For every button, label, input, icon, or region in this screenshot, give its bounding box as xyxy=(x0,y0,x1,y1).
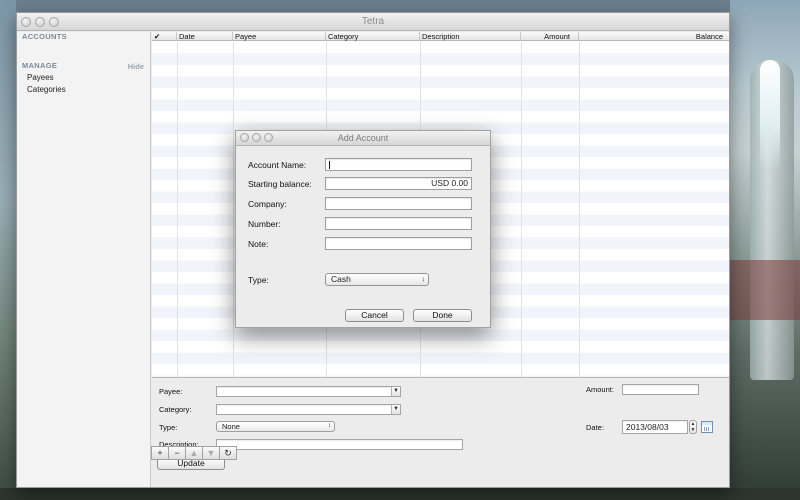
account-name-label: Account Name: xyxy=(248,160,307,170)
column-header-date[interactable]: Date xyxy=(177,32,233,41)
remove-transaction-button[interactable]: − xyxy=(168,446,186,460)
text-caret xyxy=(329,161,330,169)
category-label: Category: xyxy=(159,405,192,414)
date-value: 2013/08/03 xyxy=(626,422,669,432)
number-field[interactable] xyxy=(325,217,472,230)
column-divider xyxy=(233,42,234,377)
ledger-toolbar: + − ▲ ▼ ↻ xyxy=(151,446,251,460)
category-dropdown-arrow-icon[interactable]: ▼ xyxy=(391,405,400,414)
popup-arrows-icon: ↕ xyxy=(421,276,425,283)
column-header-payee[interactable]: Payee xyxy=(233,32,326,41)
background-fountain-image xyxy=(760,60,780,170)
sidebar-item-categories[interactable]: Categories xyxy=(27,85,66,94)
transaction-entry-form: Payee: ▼ Category: ▼ Type: None ↕ Descri… xyxy=(152,377,729,487)
company-label: Company: xyxy=(248,199,287,209)
account-type-value: Cash xyxy=(331,274,351,284)
type-popup[interactable]: None ↕ xyxy=(216,421,335,432)
payee-label: Payee: xyxy=(159,387,183,396)
column-header-balance[interactable]: Balance xyxy=(579,32,729,41)
sidebar: ACCOUNTS MANAGE Hide Payees Categories xyxy=(17,32,151,487)
amount-field[interactable] xyxy=(622,384,699,395)
sidebar-accounts-header: ACCOUNTS xyxy=(22,32,67,41)
desktop-background-left xyxy=(0,0,16,500)
move-up-button[interactable]: ▲ xyxy=(185,446,203,460)
dialog-titlebar[interactable]: Add Account xyxy=(236,131,490,146)
sidebar-hide-button[interactable]: Hide xyxy=(128,62,144,71)
note-field[interactable] xyxy=(325,237,472,250)
done-button[interactable]: Done xyxy=(413,309,472,322)
column-header-description[interactable]: Description xyxy=(420,32,521,41)
window-title: Tetra xyxy=(361,16,385,27)
company-field[interactable] xyxy=(325,197,472,210)
column-divider xyxy=(579,42,580,377)
type-label: Type: xyxy=(159,423,178,432)
column-divider xyxy=(521,42,522,377)
amount-label: Amount: xyxy=(586,385,614,394)
column-header-category[interactable]: Category xyxy=(326,32,420,41)
move-down-button[interactable]: ▼ xyxy=(202,446,220,460)
date-label: Date: xyxy=(586,423,604,432)
main-titlebar[interactable]: Tetra xyxy=(17,13,729,31)
account-type-popup[interactable]: Cash ↕ xyxy=(325,273,429,286)
number-label: Number: xyxy=(248,219,281,229)
dialog-title: Add Account xyxy=(337,133,389,143)
date-stepper[interactable]: ▲ ▼ xyxy=(689,420,697,434)
category-combo[interactable]: ▼ xyxy=(216,404,401,415)
refresh-button[interactable]: ↻ xyxy=(219,446,237,460)
column-header-cleared[interactable]: ✔ xyxy=(152,32,177,41)
popup-arrows-icon: ↕ xyxy=(328,423,331,429)
starting-balance-field[interactable]: USD 0.00 xyxy=(325,177,472,190)
cancel-button[interactable]: Cancel xyxy=(345,309,404,322)
add-account-dialog: Add Account Account Name: Starting balan… xyxy=(235,130,491,328)
type-value: None xyxy=(222,422,240,431)
desktop-background-right xyxy=(730,0,800,500)
date-field[interactable]: 2013/08/03 xyxy=(622,420,688,434)
desktop-background-bottom xyxy=(0,488,800,500)
sidebar-manage-header: MANAGE xyxy=(22,61,58,70)
payee-dropdown-arrow-icon[interactable]: ▼ xyxy=(391,387,400,396)
sidebar-item-payees[interactable]: Payees xyxy=(27,73,54,82)
payee-combo[interactable]: ▼ xyxy=(216,386,401,397)
table-header: ✔ Date Payee Category Description Amount… xyxy=(152,32,729,41)
add-transaction-button[interactable]: + xyxy=(151,446,169,460)
note-label: Note: xyxy=(248,239,269,249)
stepper-down-icon[interactable]: ▼ xyxy=(690,427,696,433)
account-name-field[interactable] xyxy=(325,158,472,171)
description-field[interactable] xyxy=(216,439,463,450)
account-type-label: Type: xyxy=(248,275,269,285)
starting-balance-label: Starting balance: xyxy=(248,179,312,189)
column-header-amount[interactable]: Amount xyxy=(521,32,579,41)
calendar-icon[interactable] xyxy=(701,421,713,433)
background-roof-image xyxy=(730,260,800,320)
column-divider xyxy=(177,42,178,377)
